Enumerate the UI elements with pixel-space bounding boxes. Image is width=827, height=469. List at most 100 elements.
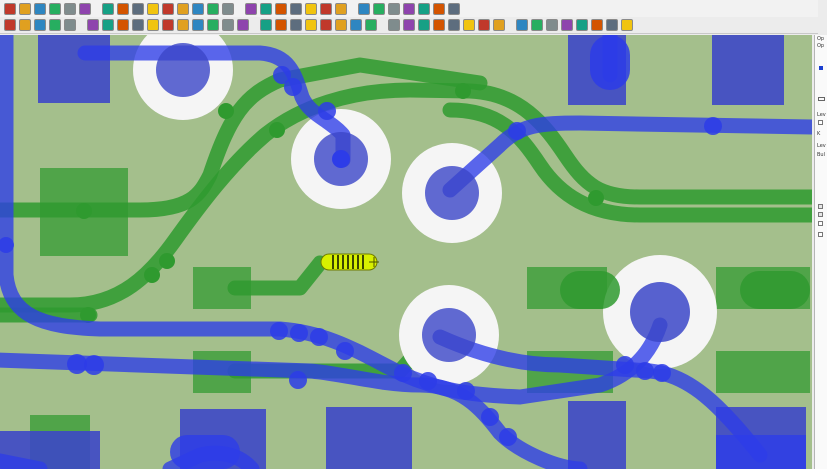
smd-pad[interactable] <box>590 35 630 90</box>
add-icon[interactable] <box>87 19 99 31</box>
smd-pad[interactable] <box>38 35 110 103</box>
via[interactable] <box>481 408 499 426</box>
via[interactable] <box>67 354 87 374</box>
trace[interactable] <box>442 115 812 198</box>
route-icon[interactable] <box>49 2 61 15</box>
via-pad[interactable] <box>425 166 479 220</box>
via[interactable] <box>499 428 517 446</box>
autoroute-icon[interactable] <box>433 19 445 31</box>
rotate-icon[interactable] <box>305 19 317 31</box>
zoom-in-icon[interactable] <box>117 2 129 15</box>
bus-icon[interactable] <box>418 2 430 15</box>
layer-4-icon[interactable] <box>49 19 61 31</box>
via[interactable] <box>588 190 604 206</box>
smash-icon[interactable] <box>546 19 558 31</box>
info-icon[interactable] <box>373 2 385 15</box>
value-icon[interactable] <box>531 19 543 31</box>
via-pad[interactable] <box>156 43 210 97</box>
errors-icon[interactable] <box>606 19 618 31</box>
layer-2-icon[interactable] <box>19 19 31 31</box>
via[interactable] <box>159 253 175 269</box>
color-icon[interactable] <box>222 2 234 15</box>
option-checkbox[interactable] <box>818 212 823 217</box>
option-checkbox[interactable] <box>818 204 823 209</box>
via[interactable] <box>76 203 92 219</box>
optimize-icon[interactable] <box>418 19 430 31</box>
option-checkbox[interactable] <box>818 232 823 237</box>
grid-icon[interactable] <box>102 2 114 15</box>
pcb-layout-canvas[interactable] <box>0 35 812 469</box>
highlight-icon[interactable] <box>207 2 219 15</box>
move-icon[interactable] <box>260 19 272 31</box>
via-pad[interactable] <box>422 308 476 362</box>
rect-icon[interactable] <box>192 19 204 31</box>
sum-icon[interactable] <box>433 2 445 15</box>
smd-pad[interactable] <box>560 271 620 309</box>
layers-icon[interactable] <box>275 2 287 15</box>
script-icon[interactable] <box>621 19 633 31</box>
via[interactable] <box>269 122 285 138</box>
display-icon[interactable] <box>260 2 272 15</box>
dimension-icon[interactable] <box>237 19 249 31</box>
delete-icon[interactable] <box>365 19 377 31</box>
net-icon[interactable] <box>290 2 302 15</box>
star-icon[interactable] <box>403 2 415 15</box>
undo-icon[interactable] <box>19 2 31 15</box>
group-icon[interactable] <box>320 19 332 31</box>
via[interactable] <box>616 356 634 374</box>
via[interactable] <box>289 371 307 389</box>
link-icon[interactable] <box>818 97 825 101</box>
change-icon[interactable] <box>561 19 573 31</box>
grid-icon[interactable] <box>79 2 91 15</box>
layer-icon[interactable] <box>245 2 257 15</box>
wire-icon[interactable] <box>102 19 114 31</box>
option-checkbox[interactable] <box>818 120 823 125</box>
board-icon[interactable] <box>335 2 347 15</box>
via[interactable] <box>84 355 104 375</box>
copy-icon[interactable] <box>275 19 287 31</box>
report-icon[interactable] <box>320 2 332 15</box>
via[interactable] <box>318 102 336 120</box>
via[interactable] <box>218 103 234 119</box>
smd-pad[interactable] <box>716 351 810 393</box>
paste-icon[interactable] <box>350 19 362 31</box>
drc-icon[interactable] <box>576 19 588 31</box>
pad-icon[interactable] <box>147 19 159 31</box>
delete-icon[interactable] <box>4 2 16 15</box>
via-pad[interactable] <box>630 282 690 342</box>
route-icon[interactable] <box>388 19 400 31</box>
image-icon[interactable] <box>448 2 460 15</box>
smd-pad[interactable] <box>716 435 806 469</box>
via[interactable] <box>336 342 354 360</box>
mirror-icon[interactable] <box>290 19 302 31</box>
split-icon[interactable] <box>463 19 475 31</box>
smd-pad[interactable] <box>740 271 810 309</box>
smd-pad[interactable] <box>326 407 412 469</box>
trace[interactable] <box>0 453 48 469</box>
zoom-fit-icon[interactable] <box>147 2 159 15</box>
zoom-prev-icon[interactable] <box>177 2 189 15</box>
pin-icon[interactable] <box>64 2 76 15</box>
via[interactable] <box>704 117 722 135</box>
via[interactable] <box>290 324 308 342</box>
via[interactable] <box>653 364 671 382</box>
via-icon[interactable] <box>132 19 144 31</box>
via[interactable] <box>508 122 526 140</box>
via[interactable] <box>457 382 475 400</box>
via[interactable] <box>455 83 471 99</box>
smd-pad[interactable] <box>712 35 784 105</box>
refresh-icon[interactable] <box>192 2 204 15</box>
layer-top-icon[interactable] <box>4 19 16 31</box>
board-svg[interactable] <box>0 35 812 469</box>
smd-icon[interactable] <box>162 19 174 31</box>
text-icon[interactable] <box>222 19 234 31</box>
via[interactable] <box>270 322 288 340</box>
layer-bottom-icon[interactable] <box>64 19 76 31</box>
selected-trace[interactable] <box>320 253 379 271</box>
via[interactable] <box>310 328 328 346</box>
ripup-icon[interactable] <box>403 19 415 31</box>
via[interactable] <box>636 362 654 380</box>
ratsnest-icon[interactable] <box>448 19 460 31</box>
brush-icon[interactable] <box>388 2 400 15</box>
circle-icon[interactable] <box>207 19 219 31</box>
